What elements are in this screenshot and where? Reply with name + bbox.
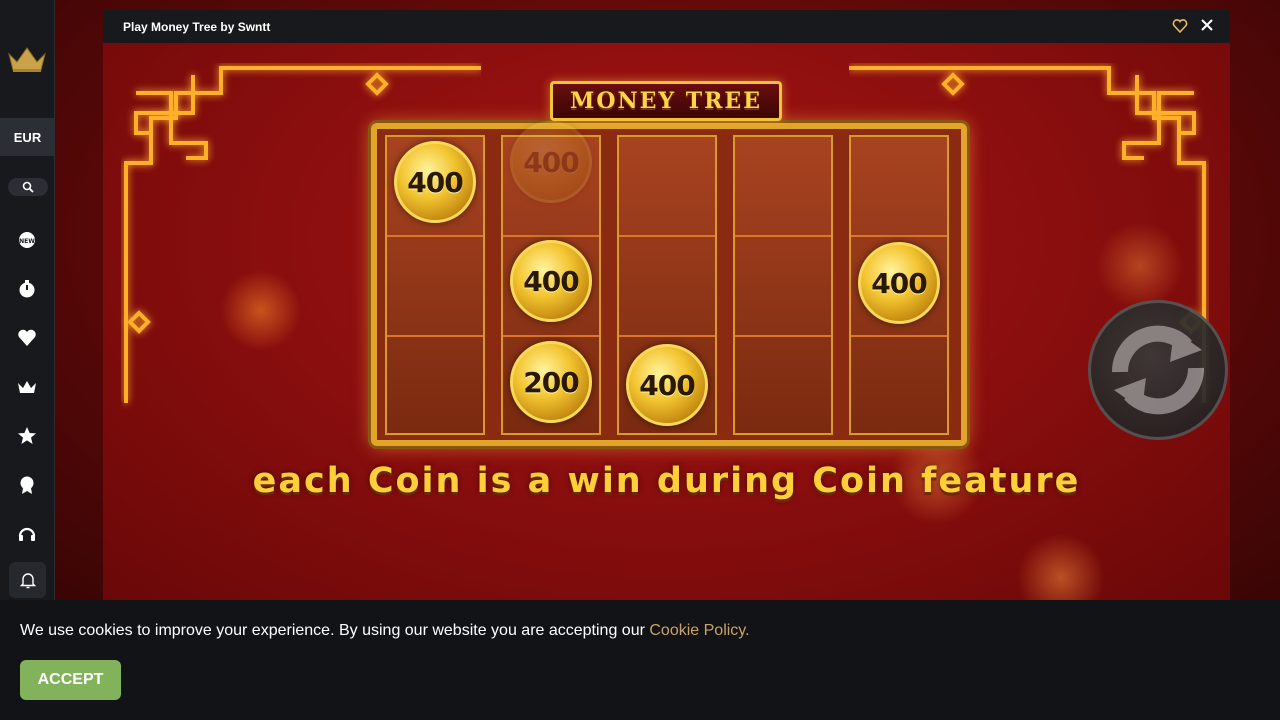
sidebar: EUR NEW: [0, 0, 55, 600]
cookie-banner: We use cookies to improve your experienc…: [0, 600, 1280, 720]
accept-button[interactable]: ACCEPT: [20, 660, 121, 700]
heart-icon[interactable]: [13, 324, 41, 352]
search-button[interactable]: [8, 178, 48, 196]
search-icon: [22, 181, 34, 193]
crown-icon[interactable]: [13, 373, 41, 401]
close-icon: [1201, 19, 1213, 31]
spin-button[interactable]: [1088, 300, 1228, 440]
coin-symbol: 400: [394, 141, 476, 223]
notifications-button[interactable]: [9, 562, 46, 598]
reel-cell: [735, 237, 831, 337]
coin-symbol: 400: [510, 240, 592, 322]
stopwatch-icon[interactable]: [13, 275, 41, 303]
feature-message: each Coin is a win during Coin feature: [252, 461, 1081, 501]
cookie-policy-link[interactable]: Cookie Policy.: [649, 622, 749, 639]
crown-logo-icon[interactable]: [7, 44, 47, 74]
reel-cell: [851, 137, 947, 237]
coin-symbol-ghost: 400: [510, 121, 592, 203]
reel-cell: [387, 237, 483, 337]
game-logo: MONEY TREE: [550, 81, 782, 121]
reels-frame: 400 400 400 200 400 400: [371, 121, 967, 446]
game-title: Play Money Tree by Swntt: [123, 19, 271, 34]
currency-selector[interactable]: EUR: [0, 118, 55, 156]
reel-4: [733, 135, 833, 435]
new-games-icon[interactable]: NEW: [13, 226, 41, 254]
award-icon[interactable]: [13, 471, 41, 499]
svg-text:NEW: NEW: [19, 238, 35, 245]
coin-symbol: 400: [626, 344, 708, 426]
cookie-message: We use cookies to improve your experienc…: [20, 622, 750, 639]
headset-icon[interactable]: [13, 520, 41, 548]
coin-symbol: 400: [858, 242, 940, 324]
reel-cell: [619, 137, 715, 237]
reel-cell: [735, 137, 831, 237]
reel-cell: [619, 237, 715, 337]
game-titlebar: Play Money Tree by Swntt: [103, 10, 1230, 43]
heart-outline-icon: [1172, 19, 1188, 34]
star-icon[interactable]: [13, 422, 41, 450]
game-window: Play Money Tree by Swntt 400 400 400 200…: [103, 10, 1230, 600]
close-button[interactable]: [1200, 18, 1216, 34]
game-canvas[interactable]: 400 400 400 200 400 400 MONEY TREE each …: [103, 43, 1230, 600]
favorite-button[interactable]: [1172, 18, 1190, 36]
refresh-icon: [1111, 325, 1205, 415]
coin-symbol: 200: [510, 341, 592, 423]
bell-icon: [19, 573, 36, 589]
